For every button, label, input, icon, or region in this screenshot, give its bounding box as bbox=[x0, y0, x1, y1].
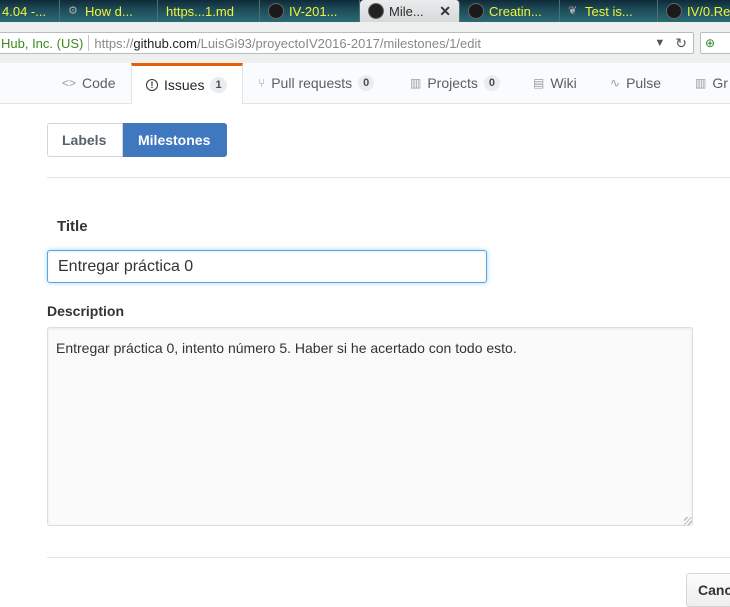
tab-pull-requests[interactable]: ⑂ Pull requests 0 bbox=[258, 63, 375, 103]
url-prefix: https:// bbox=[94, 35, 134, 51]
tab-label: https...1.md bbox=[166, 3, 234, 19]
leaf-icon: ❦ bbox=[568, 5, 578, 17]
project-icon: ▥ bbox=[410, 76, 422, 90]
pull-requests-counter: 0 bbox=[358, 75, 375, 91]
stackexchange-icon: ⚙ bbox=[68, 5, 78, 17]
browser-tab[interactable]: Creatin... bbox=[460, 0, 560, 22]
browser-tab-strip: 4.04 -... ⚙ How d... https...1.md IV-201… bbox=[0, 0, 730, 22]
browser-tab[interactable]: https...1.md bbox=[158, 0, 260, 22]
site-identity[interactable]: Hub, Inc. (US) bbox=[0, 36, 83, 51]
projects-counter: 0 bbox=[483, 75, 501, 91]
url-controls: ▼ ↻ bbox=[654, 33, 687, 53]
tab-label: 4.04 -... bbox=[2, 3, 47, 19]
resize-handle-icon[interactable] bbox=[684, 517, 692, 525]
tab-label: IV-201... bbox=[289, 3, 338, 19]
tab-code[interactable]: <> Code bbox=[62, 63, 115, 103]
url-host: github.com bbox=[133, 35, 197, 51]
title-label: Title bbox=[57, 218, 88, 235]
browser-tab[interactable]: IV-201... bbox=[260, 0, 360, 22]
browser-tab[interactable]: IV/0.Re bbox=[658, 0, 730, 22]
issue-opened-icon: ! bbox=[146, 79, 158, 91]
browser-tab[interactable]: ❦ Test is... bbox=[560, 0, 658, 22]
milestone-title-input[interactable] bbox=[47, 250, 487, 283]
issues-counter: 1 bbox=[210, 77, 227, 93]
tab-graphs[interactable]: ▥ Gr bbox=[695, 63, 728, 103]
labels-milestones-switcher: Labels Milestones bbox=[47, 123, 227, 157]
tab-label: Mile... bbox=[389, 3, 424, 19]
tab-label: Issues bbox=[164, 77, 205, 93]
tab-label: Gr bbox=[712, 75, 728, 91]
url-bar[interactable]: Hub, Inc. (US) https://github.com/LuisGi… bbox=[0, 32, 694, 54]
github-icon bbox=[666, 3, 682, 19]
divider bbox=[47, 557, 730, 558]
tab-pulse[interactable]: ∿ Pulse bbox=[610, 63, 661, 103]
github-icon bbox=[468, 3, 484, 19]
tab-label: Pull requests bbox=[271, 75, 353, 91]
tab-label: How d... bbox=[85, 3, 133, 19]
github-icon bbox=[268, 3, 284, 19]
tab-label: Pulse bbox=[626, 75, 662, 91]
repo-nav: <> Code ! Issues 1 ⑂ Pull requests 0 ▥ P… bbox=[0, 63, 730, 104]
description-label: Description bbox=[47, 303, 125, 319]
cancel-button[interactable]: Cancel bbox=[686, 573, 730, 607]
pulse-icon: ∿ bbox=[610, 76, 621, 90]
labels-button[interactable]: Labels bbox=[47, 123, 123, 157]
url-text[interactable]: https://github.com/LuisGi93/proyectoIV20… bbox=[94, 36, 481, 51]
graph-icon: ▥ bbox=[695, 76, 707, 90]
dropdown-arrow-icon[interactable]: ▼ bbox=[654, 37, 665, 49]
tab-label: IV/0.Re bbox=[687, 3, 730, 19]
search-box[interactable]: ⊕ bbox=[700, 32, 730, 54]
tab-label: Creatin... bbox=[489, 3, 542, 19]
reload-icon[interactable]: ↻ bbox=[675, 35, 687, 52]
github-icon bbox=[368, 3, 384, 19]
tab-label: Code bbox=[82, 75, 116, 91]
tab-projects[interactable]: ▥ Projects 0 bbox=[410, 63, 501, 103]
url-path: /LuisGi93/proyectoIV2016-2017/milestones… bbox=[196, 35, 481, 51]
git-pull-request-icon: ⑂ bbox=[258, 76, 266, 90]
browser-toolbar: Hub, Inc. (US) https://github.com/LuisGi… bbox=[0, 22, 730, 65]
milestones-button[interactable]: Milestones bbox=[123, 123, 227, 157]
code-icon: <> bbox=[62, 76, 77, 90]
milestone-description-textarea[interactable]: Entregar práctica 0, intento número 5. H… bbox=[47, 327, 693, 526]
tab-label: Projects bbox=[427, 75, 478, 91]
book-icon: ▤ bbox=[533, 76, 545, 90]
browser-tab-active[interactable]: Mile... ✕ bbox=[360, 0, 460, 22]
tab-wiki[interactable]: ▤ Wiki bbox=[533, 63, 577, 103]
tab-label: Test is... bbox=[585, 3, 633, 19]
divider bbox=[47, 177, 730, 178]
browser-tab[interactable]: ⚙ How d... bbox=[60, 0, 158, 22]
browser-tab[interactable]: 4.04 -... bbox=[0, 0, 60, 22]
tab-label: Wiki bbox=[550, 75, 577, 91]
url-separator bbox=[88, 35, 90, 51]
close-tab-icon[interactable]: ✕ bbox=[439, 3, 451, 20]
tab-issues[interactable]: ! Issues 1 bbox=[131, 63, 243, 104]
search-engine-icon: ⊕ bbox=[705, 36, 716, 50]
